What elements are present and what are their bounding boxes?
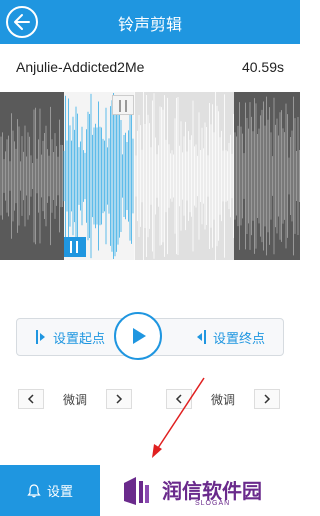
app-header: 铃声剪辑 <box>0 0 300 44</box>
set-start-label: 设置起点 <box>53 331 106 347</box>
fine-tune-end: 微调 <box>166 388 280 410</box>
play-button[interactable] <box>114 312 162 360</box>
fine-tune-start-increase[interactable] <box>106 389 132 409</box>
fine-tune-end-label: 微调 <box>210 392 235 407</box>
song-info-row: Anjulie-Addicted2Me 40.59s <box>0 44 300 92</box>
end-marker-handle[interactable] <box>112 95 134 115</box>
settings-label: 设置 <box>46 485 73 500</box>
chevron-right-icon <box>264 394 271 404</box>
brand-slogan: SLOGAN <box>195 500 231 507</box>
play-icon <box>133 328 146 344</box>
start-marker-icon <box>36 330 45 344</box>
footer-bar: 设置 润信软件园 SLOGAN <box>0 465 300 516</box>
chevron-left-icon <box>175 394 182 404</box>
set-start-button[interactable]: 设置起点 <box>35 319 105 355</box>
song-duration: 40.59s <box>241 59 284 75</box>
bell-icon <box>27 483 41 497</box>
fine-tune-start-label: 微调 <box>62 392 87 407</box>
set-end-button[interactable]: 设置终点 <box>195 319 265 355</box>
brand-watermark: 润信软件园 SLOGAN <box>100 465 300 516</box>
end-marker-icon <box>196 330 206 344</box>
song-name: Anjulie-Addicted2Me <box>16 59 145 75</box>
fine-tune-end-decrease[interactable] <box>166 389 192 409</box>
fine-tune-end-increase[interactable] <box>254 389 280 409</box>
waveform-graphic <box>0 92 300 260</box>
set-end-label: 设置终点 <box>212 331 265 347</box>
waveform[interactable] <box>0 92 300 260</box>
start-marker-handle[interactable] <box>64 237 86 257</box>
page-title: 铃声剪辑 <box>117 15 182 34</box>
settings-button[interactable]: 设置 <box>0 465 100 516</box>
fine-tune-start-decrease[interactable] <box>18 389 44 409</box>
chevron-left-icon <box>27 394 34 404</box>
chevron-right-icon <box>116 394 123 404</box>
brand-logo-icon <box>124 477 149 505</box>
fine-tune-start: 微调 <box>18 388 132 410</box>
